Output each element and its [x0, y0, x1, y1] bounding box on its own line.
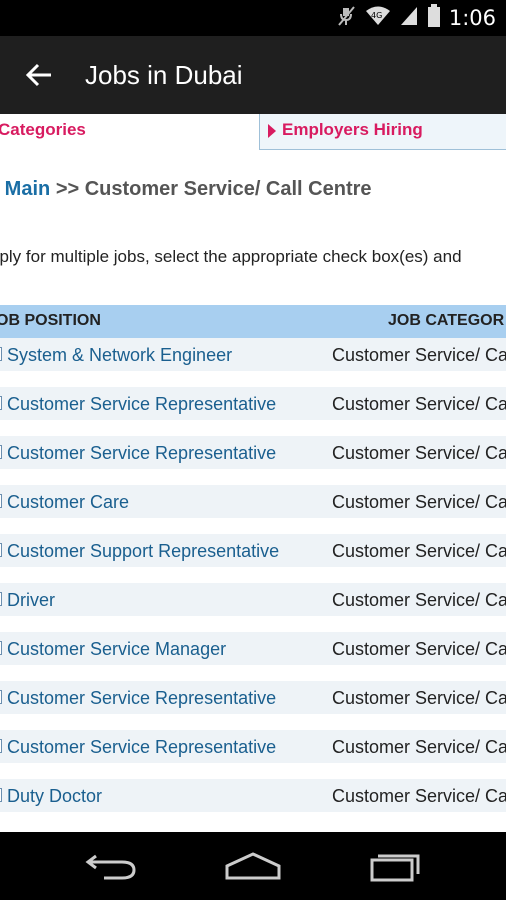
tab-employers-hiring[interactable]: Employers Hiring [259, 114, 506, 150]
table-row: System & Network Engineer Customer Servi… [0, 338, 506, 387]
job-position-link[interactable]: Duty Doctor [7, 786, 102, 807]
row-checkbox[interactable] [0, 739, 2, 753]
nav-home-button[interactable] [223, 848, 283, 884]
row-checkbox[interactable] [0, 543, 2, 557]
job-position-link[interactable]: Customer Care [7, 492, 129, 513]
job-category: Customer Service/ Ca [332, 590, 506, 610]
table-row: Customer Service Manager Customer Servic… [0, 632, 506, 681]
instructions-text: pply for multiple jobs, select the appro… [0, 247, 462, 266]
job-category: Customer Service/ Ca [332, 345, 506, 365]
status-icons: 4G 1:06 [337, 3, 496, 33]
job-position-link[interactable]: Driver [7, 590, 55, 611]
jobs-table: OB POSITION JOB CATEGOR System & Network… [0, 305, 506, 828]
signal-icon [399, 5, 419, 32]
header-job-position: OB POSITION [0, 312, 101, 329]
web-content[interactable]: Categories Employers Hiring s Main >> Cu… [0, 114, 506, 832]
recents-nav-icon [364, 854, 424, 888]
job-position-link[interactable]: Customer Service Representative [7, 688, 276, 709]
back-nav-icon [82, 854, 142, 888]
back-button[interactable] [22, 58, 56, 92]
svg-text:4G: 4G [371, 11, 382, 20]
job-position-link[interactable]: Customer Service Representative [7, 443, 276, 464]
row-checkbox[interactable] [0, 788, 2, 802]
nav-back-button[interactable] [82, 848, 142, 884]
row-checkbox[interactable] [0, 592, 2, 606]
app-bar: Jobs in Dubai [0, 36, 506, 114]
job-category: Customer Service/ Ca [332, 492, 506, 512]
wifi-icon: 4G [365, 5, 391, 32]
job-category: Customer Service/ Ca [332, 541, 506, 561]
job-category: Customer Service/ Ca [332, 737, 506, 757]
job-position-link[interactable]: Customer Service Manager [7, 639, 226, 660]
status-time: 1:06 [448, 6, 496, 30]
arrow-left-icon [22, 63, 56, 96]
row-checkbox[interactable] [0, 396, 2, 410]
job-position-link[interactable]: Customer Service Representative [7, 737, 276, 758]
tab-categories-label: Categories [0, 120, 86, 139]
job-position-link[interactable]: Customer Service Representative [7, 394, 276, 415]
home-nav-icon [223, 852, 283, 888]
job-category: Customer Service/ Ca [332, 443, 506, 463]
row-checkbox[interactable] [0, 445, 2, 459]
battery-icon [427, 3, 441, 33]
muted-icon [337, 5, 357, 32]
table-row: Customer Service Representative Customer… [0, 730, 506, 779]
table-row: Duty Doctor Customer Service/ Ca [0, 779, 506, 828]
job-category: Customer Service/ Ca [332, 786, 506, 806]
table-row: Customer Service Representative Customer… [0, 436, 506, 485]
job-category: Customer Service/ Ca [332, 688, 506, 708]
nav-recents-button[interactable] [364, 848, 424, 884]
breadcrumb-separator: >> [55, 178, 80, 200]
job-category: Customer Service/ Ca [332, 639, 506, 659]
breadcrumb-link[interactable]: s Main [0, 178, 50, 200]
table-row: Driver Customer Service/ Ca [0, 583, 506, 632]
job-category: Customer Service/ Ca [332, 394, 506, 414]
breadcrumb: s Main >> Customer Service/ Call Centre [0, 178, 372, 201]
triangle-right-icon [268, 124, 276, 138]
table-row: Customer Support Representative Customer… [0, 534, 506, 583]
table-row: Customer Care Customer Service/ Ca [0, 485, 506, 534]
row-checkbox[interactable] [0, 494, 2, 508]
tab-employers-label: Employers Hiring [282, 120, 423, 139]
job-position-link[interactable]: System & Network Engineer [7, 345, 232, 366]
table-row: Customer Service Representative Customer… [0, 681, 506, 730]
app-title: Jobs in Dubai [85, 60, 243, 90]
row-checkbox[interactable] [0, 347, 2, 361]
tab-categories[interactable]: Categories [0, 114, 259, 150]
system-nav-bar [0, 832, 506, 900]
table-header: OB POSITION JOB CATEGOR [0, 305, 506, 338]
status-bar: 4G 1:06 [0, 0, 506, 36]
header-job-category: JOB CATEGOR [388, 312, 505, 329]
breadcrumb-current: Customer Service/ Call Centre [84, 178, 372, 200]
table-row: Customer Service Representative Customer… [0, 387, 506, 436]
row-checkbox[interactable] [0, 690, 2, 704]
row-checkbox[interactable] [0, 641, 2, 655]
job-position-link[interactable]: Customer Support Representative [7, 541, 279, 562]
